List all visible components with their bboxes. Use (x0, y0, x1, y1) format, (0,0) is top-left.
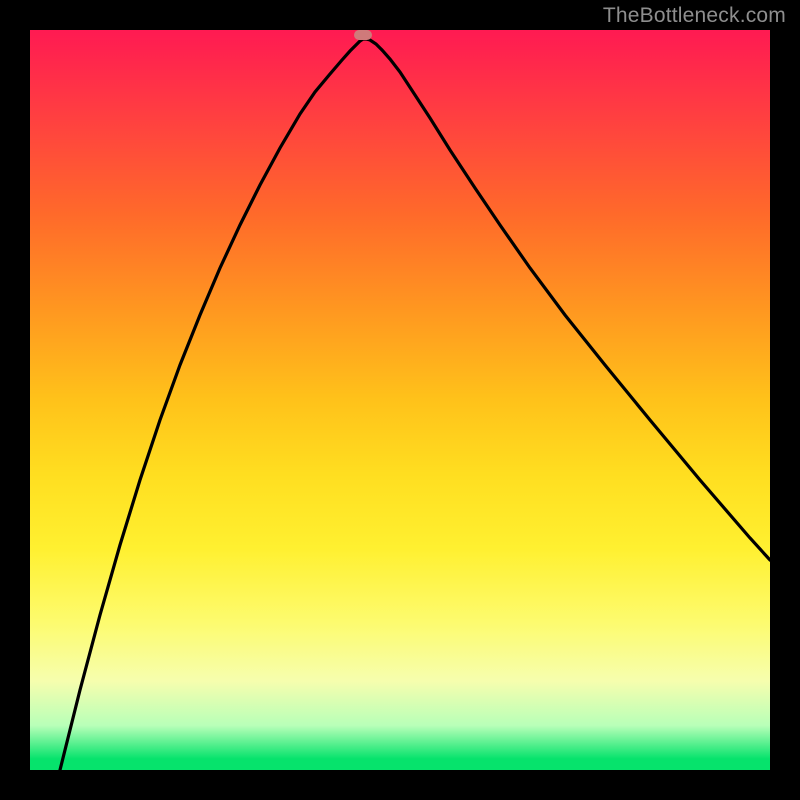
minimum-marker (354, 30, 372, 40)
watermark-text: TheBottleneck.com (603, 4, 786, 28)
plot-area (30, 30, 770, 770)
chart-frame: TheBottleneck.com (0, 0, 800, 800)
bottleneck-curve (30, 30, 770, 770)
